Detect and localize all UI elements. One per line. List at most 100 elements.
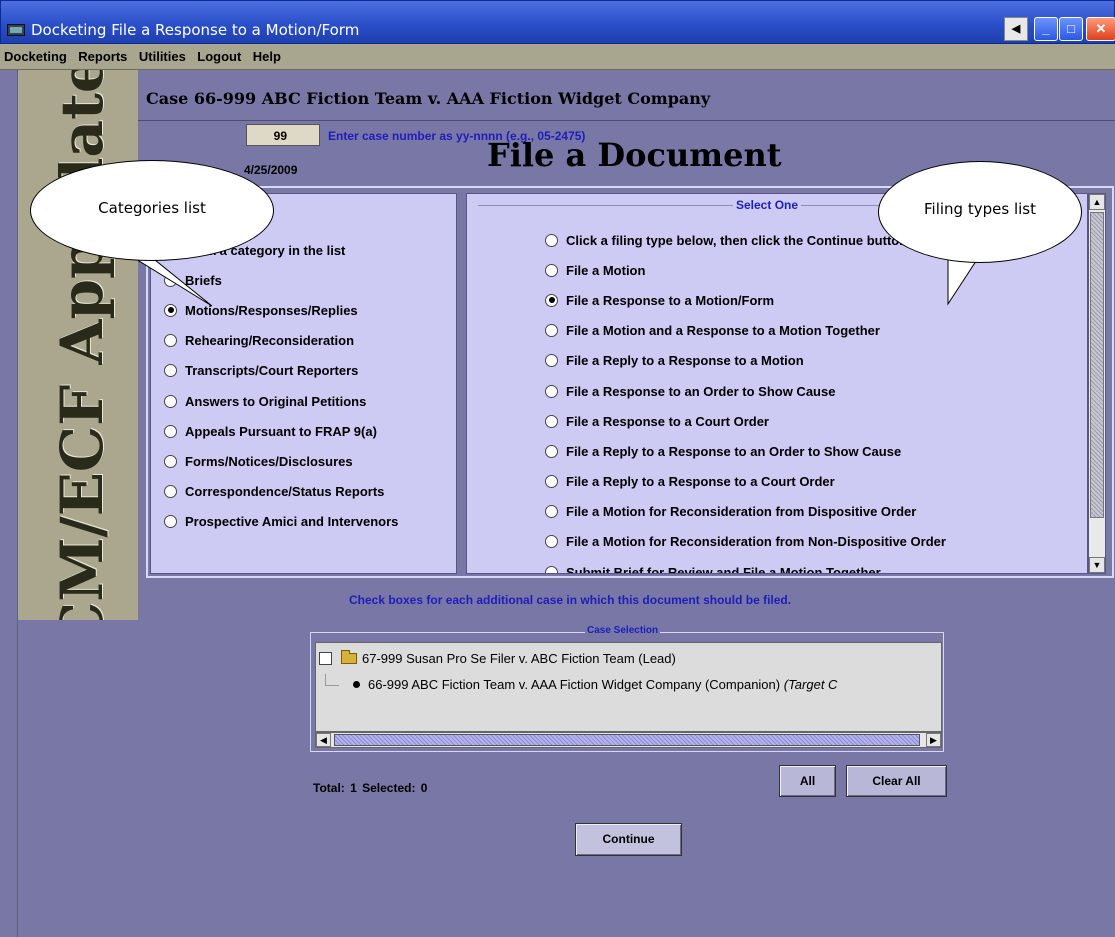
filing-type-item[interactable]: File a Motion <box>545 255 946 285</box>
filing-type-label: File a Motion <box>566 262 646 278</box>
filing-type-label: File a Motion for Reconsideration from D… <box>566 504 917 520</box>
filing-type-item[interactable]: File a Reply to a Response to a Motion <box>545 346 946 376</box>
radio-icon[interactable] <box>545 444 558 458</box>
scroll-left-icon[interactable]: ◀ <box>316 733 331 747</box>
category-item[interactable]: Motions/Responses/Replies <box>164 295 398 325</box>
menu-utilities[interactable]: Utilities <box>135 44 189 64</box>
filing-type-item[interactable]: File a Reply to a Response to an Order t… <box>545 436 946 466</box>
category-item[interactable]: Forms/Notices/Disclosures <box>164 446 398 476</box>
radio-icon[interactable] <box>545 354 558 368</box>
scroll-right-icon[interactable]: ▶ <box>926 733 941 747</box>
filing-type-item[interactable]: File a Motion and a Response to a Motion… <box>545 316 946 346</box>
scroll-thumb[interactable] <box>334 734 920 746</box>
filing-type-label: File a Reply to a Response to an Order t… <box>566 443 902 459</box>
radio-icon[interactable] <box>545 384 558 398</box>
filing-type-item[interactable]: File a Response to an Order to Show Caus… <box>545 376 946 406</box>
radio-icon[interactable] <box>164 424 177 438</box>
filing-type-item[interactable]: File a Response to a Motion/Form <box>545 285 946 315</box>
clear-all-button[interactable]: Clear All <box>846 765 947 797</box>
case-number-input[interactable]: 99 <box>246 124 320 146</box>
radio-icon[interactable] <box>545 414 558 428</box>
filing-types-legend: Select One <box>733 198 802 212</box>
menu-bar: Docketing Reports Utilities Logout Help <box>0 44 1115 70</box>
bullet-icon <box>353 681 360 688</box>
filing-type-label: Click a filing type below, then click th… <box>566 232 908 248</box>
menu-help[interactable]: Help <box>249 44 284 64</box>
filing-type-label: Submit Brief for Review and File a Motio… <box>566 564 881 573</box>
close-button[interactable]: ✕ <box>1086 17 1115 41</box>
filing-types-scrollbar[interactable]: ▲ ▼ <box>1088 193 1106 574</box>
radio-selected-icon[interactable] <box>164 303 177 317</box>
filing-type-label: File a Motion for Reconsideration from N… <box>566 534 946 550</box>
scroll-thumb[interactable] <box>1090 212 1104 518</box>
filing-types-viewport: Click a filing type below, then click th… <box>545 225 1085 573</box>
filing-type-item[interactable]: File a Reply to a Response to a Court Or… <box>545 467 946 497</box>
filing-date: 4/25/2009 <box>244 163 298 177</box>
menu-docketing[interactable]: Docketing <box>0 44 70 64</box>
radio-icon[interactable] <box>545 233 558 247</box>
categories-callout: Categories list <box>30 160 274 261</box>
case-totals: Total: 1 Selected: 0 <box>313 781 428 795</box>
filing-type-label: File a Reply to a Response to a Court Or… <box>566 474 835 490</box>
cmecf-banner: CM/ECF Appellate <box>18 70 138 620</box>
filing-type-item[interactable]: File a Motion for Reconsideration from D… <box>545 497 946 527</box>
category-item[interactable]: Appeals Pursuant to FRAP 9(a) <box>164 416 398 446</box>
radio-icon[interactable] <box>164 334 177 348</box>
category-label: Rehearing/Reconsideration <box>185 333 355 349</box>
radio-icon[interactable] <box>164 394 177 408</box>
filing-type-label: File a Response to a Court Order <box>566 413 769 429</box>
radio-icon[interactable] <box>164 273 177 287</box>
filing-type-item[interactable]: Submit Brief for Review and File a Motio… <box>545 557 946 573</box>
category-label: Forms/Notices/Disclosures <box>185 453 353 469</box>
radio-selected-icon[interactable] <box>545 293 558 307</box>
filing-types-callout: Filing types list <box>878 161 1082 263</box>
filing-type-label: File a Response to an Order to Show Caus… <box>566 383 836 399</box>
menu-reports[interactable]: Reports <box>74 44 130 64</box>
radio-icon[interactable] <box>545 263 558 277</box>
radio-icon[interactable] <box>545 505 558 519</box>
filing-type-item[interactable]: File a Response to a Court Order <box>545 406 946 436</box>
category-item[interactable]: Transcripts/Court Reporters <box>164 356 398 386</box>
radio-icon[interactable] <box>164 485 177 499</box>
filing-types-list: Click a filing type below, then click th… <box>545 225 946 573</box>
radio-icon[interactable] <box>164 364 177 378</box>
radio-icon[interactable] <box>164 454 177 468</box>
radio-icon[interactable] <box>545 475 558 489</box>
continue-button[interactable]: Continue <box>575 823 682 856</box>
category-item[interactable]: Answers to Original Petitions <box>164 386 398 416</box>
case-row-lead[interactable]: 67-999 Susan Pro Se Filer v. ABC Fiction… <box>316 650 676 666</box>
case-companion-label: 66-999 ABC Fiction Team v. AAA Fiction W… <box>368 677 781 692</box>
case-number-hint: Enter case number as yy-nnnn (e.g., 05-2… <box>328 129 586 143</box>
window-title: Docketing File a Response to a Motion/Fo… <box>31 21 360 39</box>
case-row-companion: 66-999 ABC Fiction Team v. AAA Fiction W… <box>316 673 838 692</box>
radio-icon[interactable] <box>164 515 177 529</box>
filing-type-label: File a Response to a Motion/Form <box>566 292 775 308</box>
category-item[interactable]: Briefs <box>164 265 398 295</box>
case-checkbox[interactable] <box>319 652 332 665</box>
category-label: Appeals Pursuant to FRAP 9(a) <box>185 423 377 439</box>
maximize-button[interactable]: □ <box>1059 17 1083 41</box>
case-selection-scrollbar[interactable]: ◀ ▶ <box>315 732 942 748</box>
menu-logout[interactable]: Logout <box>193 44 244 64</box>
back-icon[interactable]: ◀ <box>1004 17 1028 41</box>
category-label: Motions/Responses/Replies <box>185 302 358 318</box>
category-label: Briefs <box>185 272 222 288</box>
radio-icon[interactable] <box>545 324 558 338</box>
category-item[interactable]: Correspondence/Status Reports <box>164 477 398 507</box>
category-label: Correspondence/Status Reports <box>185 484 385 500</box>
scroll-down-icon[interactable]: ▼ <box>1089 557 1105 573</box>
radio-icon[interactable] <box>545 535 558 549</box>
minimize-button[interactable]: _ <box>1034 17 1058 41</box>
folder-icon <box>341 650 357 664</box>
case-companion-target: (Target C <box>783 677 838 692</box>
filing-type-item[interactable]: File a Motion for Reconsideration from N… <box>545 527 946 557</box>
category-item[interactable]: Prospective Amici and Intervenors <box>164 507 398 537</box>
scroll-up-icon[interactable]: ▲ <box>1089 194 1105 210</box>
filing-type-label: File a Motion and a Response to a Motion… <box>566 323 880 339</box>
radio-icon[interactable] <box>545 565 558 573</box>
select-all-button[interactable]: All <box>779 765 836 797</box>
tree-connector <box>325 673 339 686</box>
category-item[interactable]: Rehearing/Reconsideration <box>164 326 398 356</box>
left-strip <box>0 70 18 937</box>
case-header: Case 66-999 ABC Fiction Team v. AAA Fict… <box>146 89 711 108</box>
